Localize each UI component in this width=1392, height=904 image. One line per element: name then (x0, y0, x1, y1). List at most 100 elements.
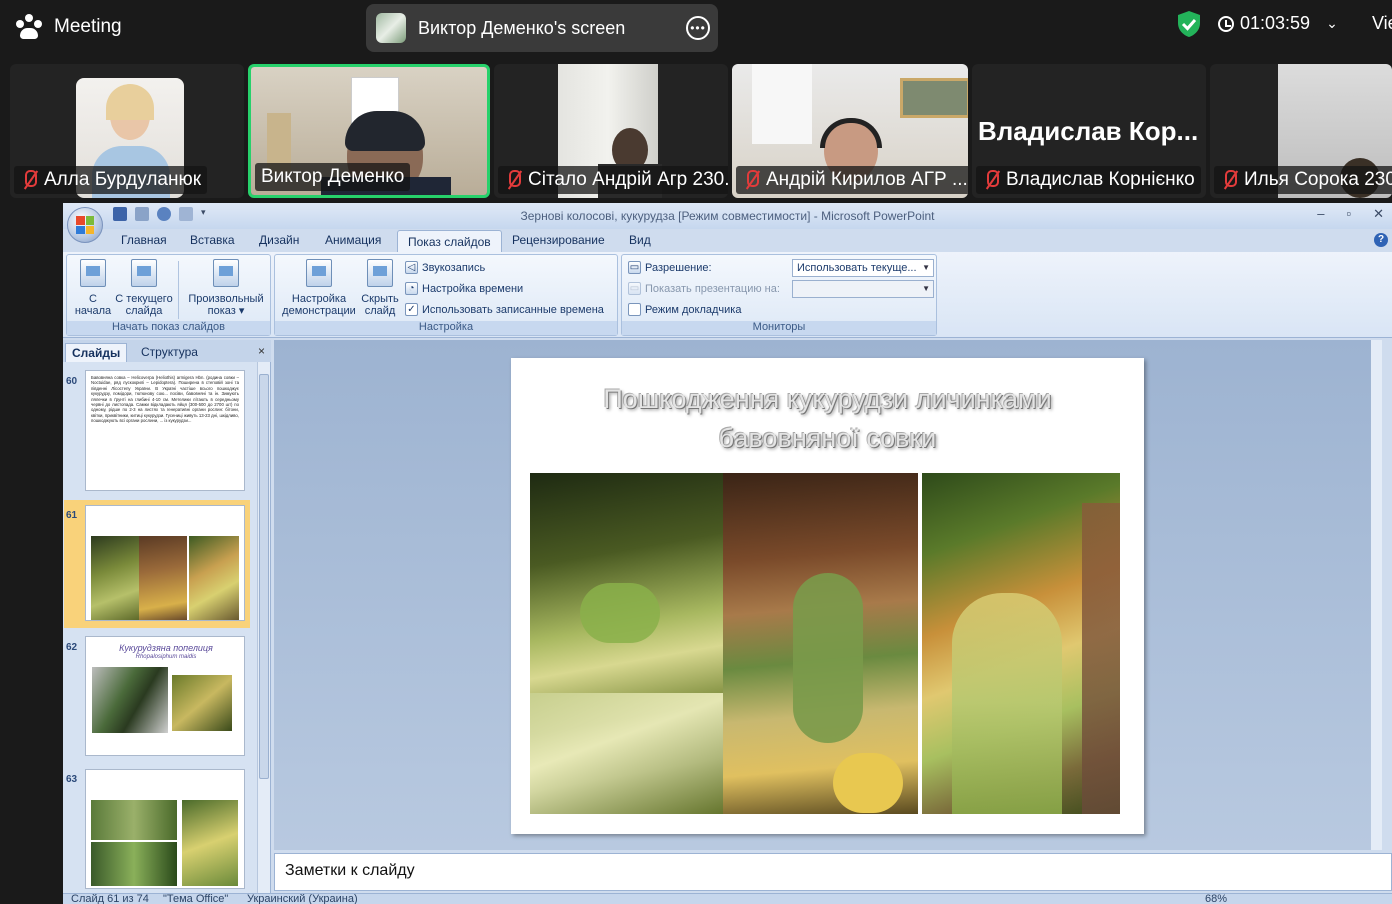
close-icon[interactable]: ✕ (1373, 206, 1384, 222)
screen-share-indicator[interactable]: Виктор Деменко's screen ••• (366, 4, 718, 52)
clock-icon (1218, 15, 1234, 32)
tab-slideshow[interactable]: Показ слайдов (397, 230, 502, 254)
participant-placeholder-name: Владислав Кор... (978, 116, 1199, 146)
slide-number: 61 (66, 510, 78, 521)
slide-thumbnail-60[interactable]: Бавовняна совка – Helicoverpa (Heliothis… (85, 370, 245, 491)
slide-thumbnail-62[interactable]: Кукурудзяна попелиця Rhopalosiphum maidi… (85, 636, 245, 756)
office-button[interactable] (67, 207, 103, 243)
office-logo-icon (76, 216, 94, 234)
speaker-icon: ◁ (405, 261, 418, 274)
resolution-label: ▭ Разрешение: (628, 261, 712, 274)
checkbox-unchecked-icon (628, 303, 641, 316)
mic-muted-icon (742, 170, 760, 190)
tab-insert[interactable]: Вставка (190, 233, 235, 247)
from-current-slide-button[interactable]: С текущего слайда (115, 259, 173, 317)
slide-photo-2[interactable] (723, 473, 918, 814)
slides-pane: Слайды Структура × 60 Бавовняна совка – … (63, 340, 271, 893)
group-label: Настройка (275, 321, 617, 335)
theme-name[interactable]: "Тема Office" (163, 894, 228, 904)
language-indicator[interactable]: Украинский (Украина) (247, 894, 358, 904)
setup-show-button[interactable]: Настройка демонстрации (277, 259, 361, 317)
participant-name: Сітало Андрій Агр 230... (498, 166, 728, 194)
mic-muted-icon (504, 170, 522, 190)
slide-editing-area[interactable]: Пошкодження кукурудзи личинками бавовнян… (274, 340, 1382, 850)
meeting-label: Meeting (54, 16, 122, 37)
tab-home[interactable]: Главная (121, 233, 167, 247)
hide-slide-icon (367, 259, 393, 287)
minimize-icon[interactable]: – (1317, 206, 1324, 222)
hide-slide-button[interactable]: Скрыть слайд (359, 259, 401, 317)
tab-design[interactable]: Дизайн (259, 233, 299, 247)
meeting-menu[interactable]: Meeting (16, 14, 122, 40)
shield-check-icon[interactable] (1176, 10, 1202, 38)
participant-tile-5[interactable]: Владислав Кор... Владислав Корнієнко (972, 64, 1206, 198)
slide-thumbnail-61[interactable] (85, 505, 245, 621)
slideshow-start-icon (80, 259, 106, 287)
share-label: Виктор Деменко's screen (418, 17, 626, 38)
participant-tile-6[interactable]: Илья Сорока 230 (1210, 64, 1392, 198)
more-options-icon[interactable]: ••• (686, 16, 710, 40)
tab-view[interactable]: Вид (629, 233, 651, 247)
tab-review[interactable]: Рецензирование (512, 233, 605, 247)
scrollbar-thumb[interactable] (259, 374, 269, 779)
participant-tile-4[interactable]: Андрій Кирилов АГР ... (732, 64, 968, 198)
participant-tile-3[interactable]: Сітало Андрій Агр 230... (494, 64, 728, 198)
tab-animation[interactable]: Анимация (325, 233, 381, 247)
mic-muted-icon (982, 170, 1000, 190)
chevron-down-icon[interactable]: ⌄ (1326, 15, 1338, 32)
close-pane-icon[interactable]: × (258, 344, 265, 358)
status-bar: Слайд 61 из 74 "Тема Office" Украинский … (63, 893, 1392, 904)
group-setup: Настройка демонстрации Скрыть слайд ◁ Звук… (274, 254, 618, 336)
slide-thumbnail-63[interactable] (85, 769, 245, 889)
dropdown-arrow-icon: ▼ (922, 263, 930, 272)
use-timings-checkbox[interactable]: ✓ Использовать записанные времена (405, 303, 604, 316)
window-controls: – ▫ ✕ (1317, 206, 1384, 222)
show-on-select[interactable]: ▼ (792, 280, 934, 298)
from-beginning-button[interactable]: Сначала (73, 259, 113, 317)
participant-strip: Алла Бурдуланюк Виктор Деменко Сітало Ан… (0, 62, 1392, 200)
participant-name: Виктор Деменко (255, 163, 411, 191)
maximize-icon[interactable]: ▫ (1346, 206, 1351, 222)
window-titlebar: ▾ Зернові колосові, кукурудза [Режим сов… (63, 203, 1392, 229)
participant-tile-2[interactable]: Виктор Деменко (248, 64, 490, 198)
record-narration-button[interactable]: ◁ Звукозапись (405, 261, 485, 274)
mic-muted-icon (1220, 170, 1238, 190)
ribbon-tabs: Главная Вставка Дизайн Анимация Показ сл… (63, 229, 1392, 254)
tab-slides[interactable]: Слайды (65, 343, 128, 362)
ribbon: Сначала С текущего слайда Произвольный пок… (63, 252, 1392, 338)
participant-name: Андрій Кирилов АГР ... (736, 166, 968, 194)
timer-value: 01:03:59 (1240, 13, 1311, 33)
notes-pane[interactable]: Заметки к слайду (274, 853, 1392, 891)
rehearse-timings-button[interactable]: ◔ Настройка времени (405, 282, 523, 295)
meeting-timer[interactable]: 01:03:59 ⌄ (1218, 13, 1338, 34)
mic-muted-icon (20, 170, 38, 190)
thumbnail-scrollbar[interactable] (257, 362, 270, 893)
group-label: Мониторы (622, 321, 936, 335)
current-slide[interactable]: Пошкодження кукурудзи личинками бавовнян… (511, 358, 1144, 834)
view-menu[interactable]: Vie (1372, 13, 1392, 34)
help-icon[interactable]: ? (1374, 233, 1388, 247)
presenter-view-checkbox[interactable]: Режим докладчика (628, 303, 741, 316)
group-label: Начать показ слайдов (67, 321, 270, 335)
custom-show-button[interactable]: Произвольный показ ▾ (184, 259, 268, 317)
slide-number: 63 (66, 774, 78, 785)
participant-name: Илья Сорока 230 (1214, 166, 1392, 194)
slide-photo-1[interactable] (530, 473, 723, 814)
thumbnail-text: Бавовняна совка – Helicoverpa (Heliothis… (91, 375, 239, 424)
timer-icon: ◔ (405, 282, 418, 295)
participant-tile-1[interactable]: Алла Бурдуланюк (10, 64, 244, 198)
participant-name: Владислав Корнієнко (976, 166, 1201, 194)
powerpoint-window: ▾ Зернові колосові, кукурудза [Режим сов… (63, 203, 1392, 904)
group-monitors: ▭ Разрешение: Использовать текуще... ▼ ▭ … (621, 254, 937, 336)
setup-show-icon (306, 259, 332, 287)
dropdown-arrow-icon: ▼ (922, 284, 930, 293)
slide-title[interactable]: Пошкодження кукурудзи личинками бавовнян… (531, 380, 1124, 458)
people-icon (16, 14, 42, 40)
slide-photo-3[interactable] (922, 473, 1120, 814)
thumbnail-list: 60 Бавовняна совка – Helicoverpa (Heliot… (63, 362, 257, 893)
tab-outline[interactable]: Структура (135, 343, 204, 362)
zoom-level[interactable]: 68% (1205, 894, 1227, 904)
resolution-select[interactable]: Использовать текуще... ▼ (792, 259, 934, 277)
thumbnail-subtitle: Rhopalosiphum maidis (135, 654, 197, 660)
slide-scrollbar[interactable] (1371, 340, 1382, 850)
